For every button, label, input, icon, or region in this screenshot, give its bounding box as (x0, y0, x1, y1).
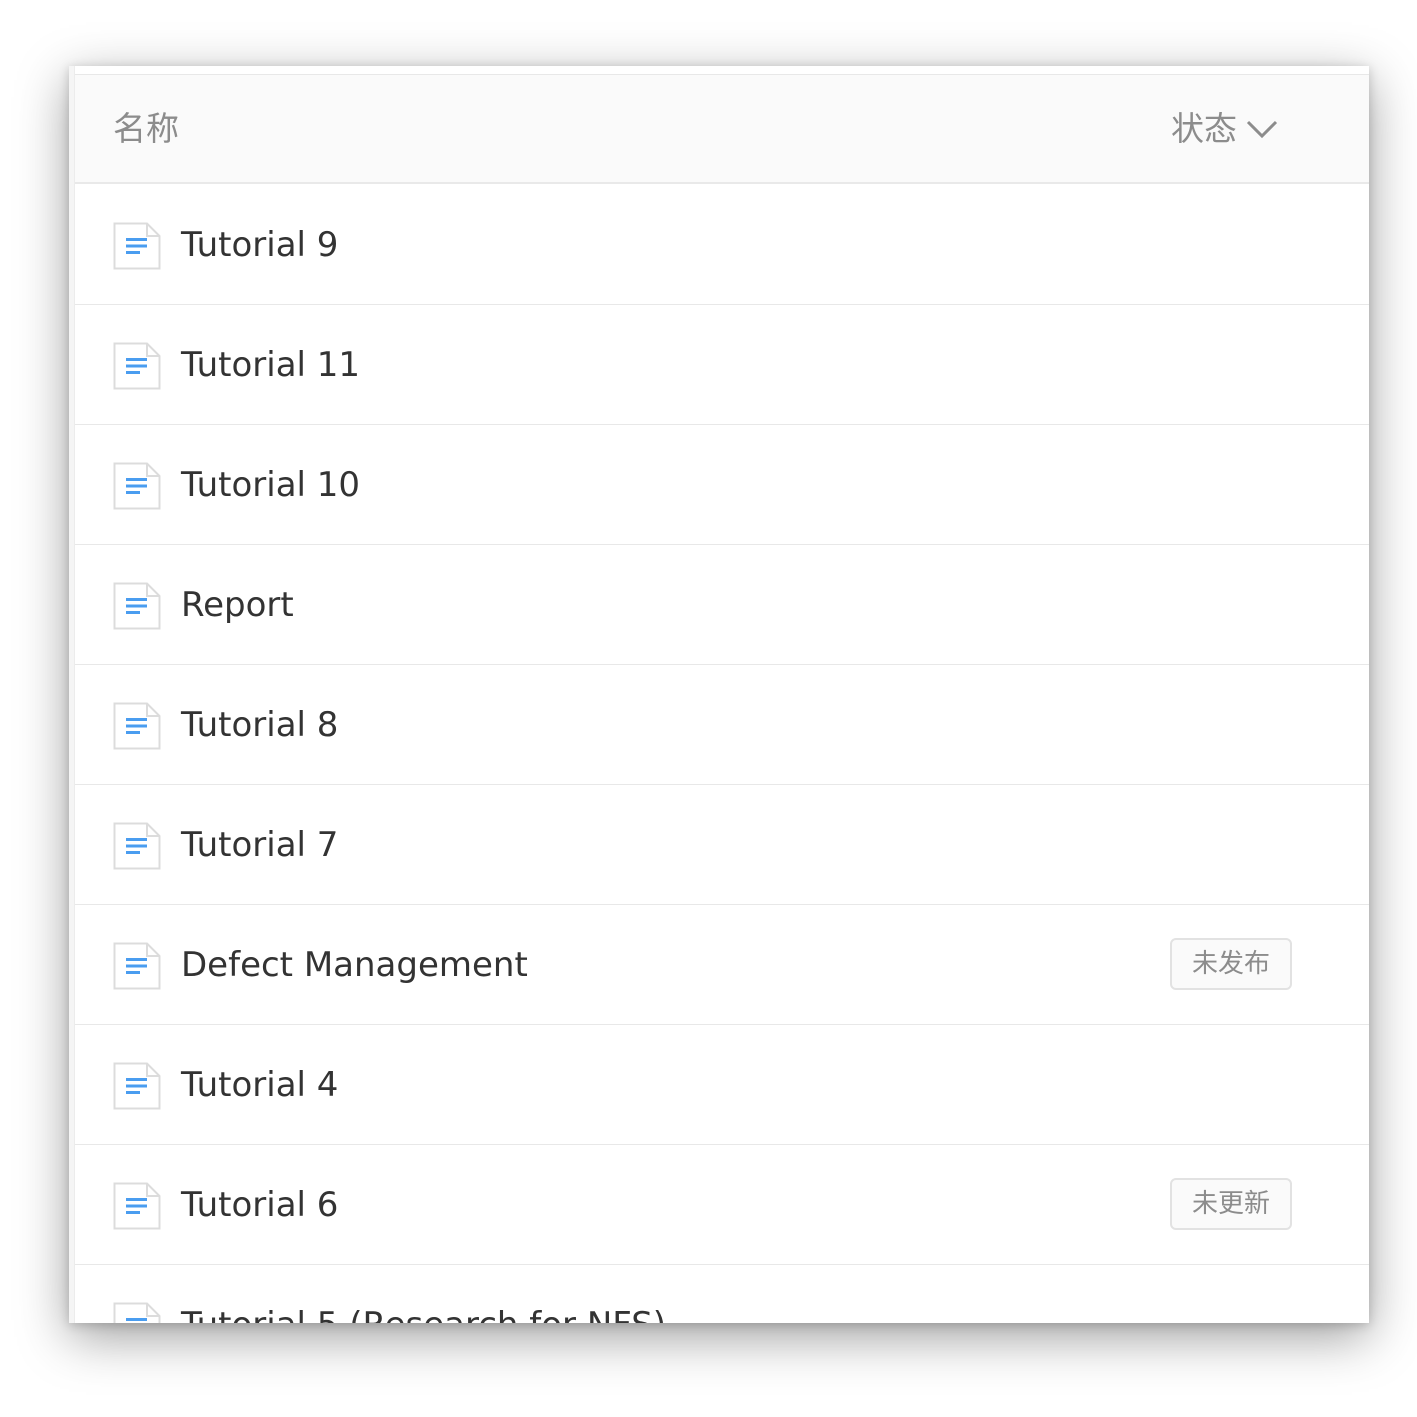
column-header-status-label: 状态 (1171, 109, 1237, 148)
document-icon (113, 702, 161, 750)
document-title[interactable]: Tutorial 9 (181, 223, 338, 267)
column-header-name: 名称 (113, 109, 179, 148)
document-icon (113, 822, 161, 870)
document-title[interactable]: Report (181, 583, 294, 627)
document-icon (113, 582, 161, 630)
status-badge: 未更新 (1170, 1178, 1292, 1230)
document-icon (113, 222, 161, 270)
document-title[interactable]: Defect Management (181, 943, 528, 987)
document-rows: Tutorial 9 Tutorial 11 Tutorial 10 Repor… (75, 185, 1369, 1323)
table-row[interactable]: Tutorial 4 (75, 1025, 1369, 1145)
document-title[interactable]: Tutorial 6 (181, 1183, 338, 1227)
document-icon (113, 942, 161, 990)
table-row[interactable]: Tutorial 10 (75, 425, 1369, 545)
document-icon (113, 1302, 161, 1323)
document-icon (113, 1182, 161, 1230)
chevron-down-icon[interactable] (1245, 118, 1279, 140)
document-icon (113, 342, 161, 390)
document-title[interactable]: Tutorial 4 (181, 1063, 338, 1107)
document-title[interactable]: Tutorial 8 (181, 703, 338, 747)
document-list-panel: 名称 状态 Tutorial 9 Tutorial 11 Tutorial 10… (69, 66, 1369, 1323)
document-icon (113, 462, 161, 510)
document-icon (113, 1062, 161, 1110)
table-row[interactable]: Tutorial 5 (Research for NFS) (75, 1265, 1369, 1323)
document-title[interactable]: Tutorial 5 (Research for NFS) (181, 1303, 666, 1323)
table-row[interactable]: Defect Management 未发布 (75, 905, 1369, 1025)
status-badge: 未发布 (1170, 938, 1292, 990)
table-header: 名称 状态 (75, 74, 1369, 184)
document-title[interactable]: Tutorial 7 (181, 823, 338, 867)
table-row[interactable]: Tutorial 7 (75, 785, 1369, 905)
document-title[interactable]: Tutorial 10 (181, 463, 360, 507)
table-row[interactable]: Tutorial 9 (75, 185, 1369, 305)
document-title[interactable]: Tutorial 11 (181, 343, 360, 387)
table-row[interactable]: Tutorial 8 (75, 665, 1369, 785)
table-row[interactable]: Report (75, 545, 1369, 665)
table-row[interactable]: Tutorial 11 (75, 305, 1369, 425)
column-header-status[interactable]: 状态 (1171, 109, 1279, 149)
table-row[interactable]: Tutorial 6 未更新 (75, 1145, 1369, 1265)
